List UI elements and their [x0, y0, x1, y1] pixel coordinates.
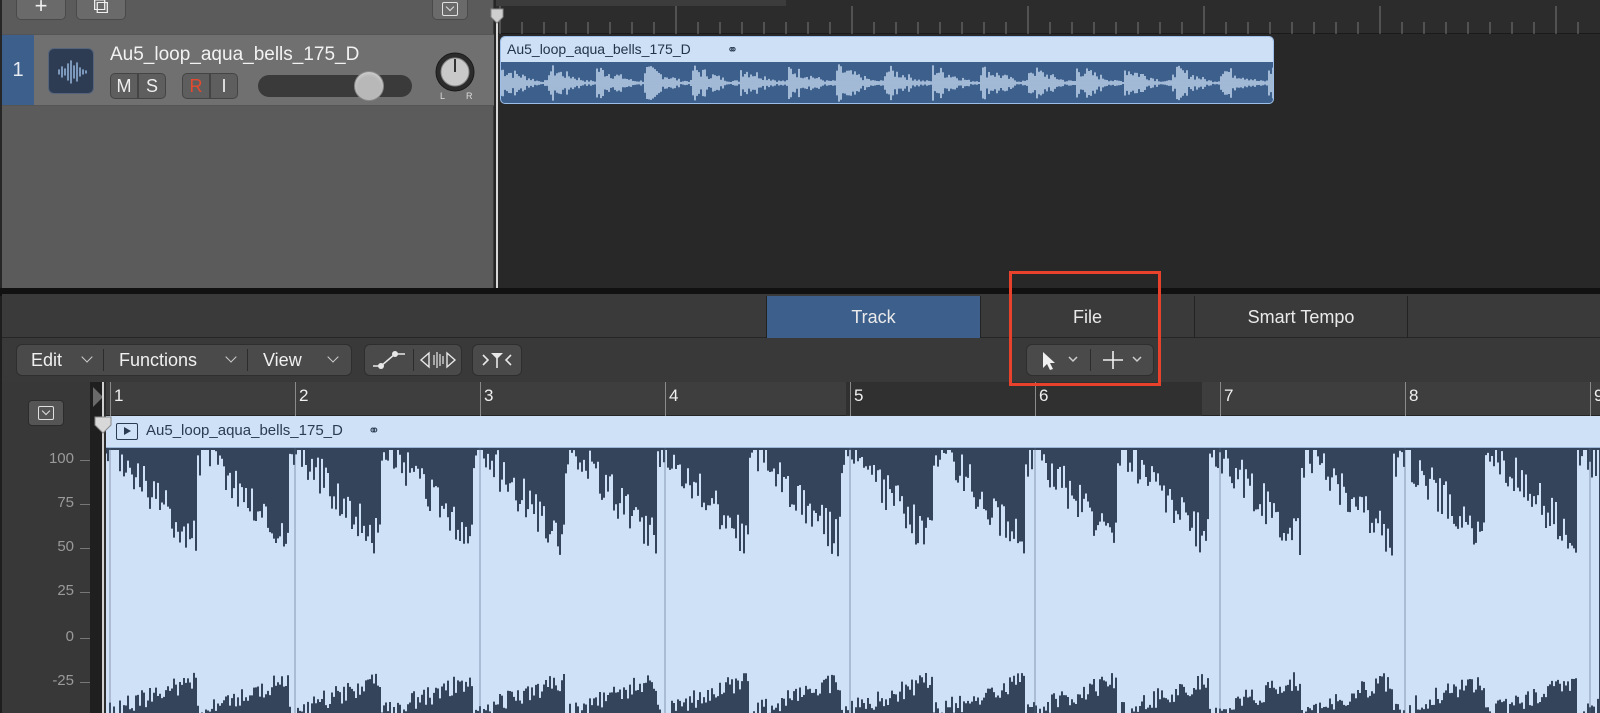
bar-number: 9 [1594, 386, 1600, 405]
track-list-menu-button[interactable] [432, 0, 468, 20]
editor-waveform [106, 448, 1599, 713]
waveform-path [501, 64, 1273, 102]
pan-left-label: L [440, 91, 446, 101]
menu-separator [103, 349, 104, 371]
amplitude-label: 0 [65, 628, 74, 645]
catch-playhead-icon [482, 353, 512, 368]
file-tab-highlight-box [1009, 271, 1161, 386]
add-track-button[interactable]: + [16, 0, 66, 20]
automation-curve-icon [373, 351, 405, 369]
amplitude-label: 100 [48, 450, 74, 467]
bar-number: 5 [854, 386, 864, 405]
cycle-area [846, 382, 1202, 416]
flex-time-button[interactable] [415, 345, 461, 375]
loop-icon: ⚭ [368, 422, 380, 438]
audio-editor: Track File Smart Tempo Edit Functions Vi… [2, 294, 1600, 713]
bar-line [110, 382, 111, 416]
bar-line [1220, 382, 1221, 416]
pan-knob[interactable] [434, 51, 476, 93]
waveform-track-icon [48, 48, 94, 94]
menu-separator [413, 349, 414, 371]
editor-side-panel: 100 75 50 25 0 -25 [2, 382, 104, 713]
automation-curve-button[interactable] [365, 345, 413, 375]
play-icon[interactable] [116, 423, 138, 440]
amplitude-label: 75 [57, 494, 74, 511]
playhead-handle-icon[interactable] [94, 416, 112, 434]
functions-menu[interactable]: Functions [105, 345, 245, 375]
region-waveform [501, 64, 1273, 102]
arrange-area[interactable]: Au5_loop_aqua_bells_175_D ⚭ [496, 0, 1600, 288]
bar-line [1035, 382, 1036, 416]
track-number: 1 [2, 35, 34, 105]
audio-region[interactable]: Au5_loop_aqua_bells_175_D ⚭ [500, 36, 1274, 104]
loop-icon: ⚭ [727, 42, 738, 57]
editor-region-name: Au5_loop_aqua_bells_175_D [146, 422, 343, 439]
track-name[interactable]: Au5_loop_aqua_bells_175_D [110, 44, 359, 66]
bar-line [295, 382, 296, 416]
amplitude-tick [80, 460, 90, 461]
amplitude-tick [80, 638, 90, 639]
editor-body: 100 75 50 25 0 -25 1 2 3 4 5 6 7 8 9 Au5_loop_aq… [2, 382, 1600, 713]
bar-number: 8 [1409, 386, 1419, 405]
playhead-handle-icon[interactable] [490, 8, 504, 24]
amplitude-tick [80, 548, 90, 549]
playhead[interactable] [496, 10, 498, 288]
bar-line [850, 382, 851, 416]
amplitude-label: -25 [52, 672, 74, 689]
chevron-down-icon [38, 406, 54, 420]
mute-button[interactable]: M [110, 73, 138, 99]
solo-button[interactable]: S [138, 73, 166, 99]
editor-toolbar: Edit Functions View [2, 338, 1600, 382]
amplitude-label: 50 [57, 538, 74, 555]
arrange-ruler[interactable] [496, 0, 1600, 34]
bar-line [1405, 382, 1406, 416]
bar-number: 7 [1224, 386, 1234, 405]
region-name: Au5_loop_aqua_bells_175_D [507, 41, 691, 57]
editor-region-header[interactable]: Au5_loop_aqua_bells_175_D ⚭ [106, 416, 1600, 448]
waveform-path [106, 450, 1599, 713]
bar-line [480, 382, 481, 416]
amplitude-tick [80, 682, 90, 683]
volume-slider-thumb[interactable] [354, 71, 384, 101]
editor-menus: Edit Functions View [16, 344, 352, 376]
duplicate-track-button[interactable]: ⧉ [76, 0, 126, 20]
amplitude-label: 25 [57, 582, 74, 599]
editor-tab-bar: Track File Smart Tempo [2, 294, 1600, 338]
region-header: Au5_loop_aqua_bells_175_D ⚭ [501, 37, 1273, 62]
tab-track[interactable]: Track [766, 296, 980, 338]
flex-time-icon [419, 351, 457, 369]
bar-line [1590, 382, 1591, 416]
bar-line [665, 382, 666, 416]
logic-window: + ⧉ 1 Au5_loop_aqua_bells_175_D M S R I … [0, 0, 1600, 713]
amplitude-tick [80, 504, 90, 505]
editor-ruler[interactable]: 1 2 3 4 5 6 7 8 9 [106, 382, 1600, 416]
bar-number: 6 [1039, 386, 1049, 405]
waveform-display[interactable] [106, 448, 1600, 713]
bar-number: 2 [299, 386, 309, 405]
catch-tools [472, 344, 522, 376]
track-row[interactable]: 1 Au5_loop_aqua_bells_175_D M S R I L R [2, 34, 494, 106]
volume-slider[interactable] [258, 71, 412, 101]
menu-separator [247, 349, 248, 371]
amplitude-tick [80, 592, 90, 593]
local-inspector-toggle[interactable] [28, 400, 64, 426]
bar-number: 4 [669, 386, 679, 405]
tab-smart-tempo[interactable]: Smart Tempo [1194, 296, 1408, 338]
input-monitor-button[interactable]: I [210, 73, 238, 99]
pan-right-label: R [466, 91, 473, 101]
bar-number: 1 [114, 386, 124, 405]
amplitude-scale: 100 75 50 25 0 -25 [2, 448, 90, 713]
chevron-down-icon [442, 2, 458, 16]
record-enable-button[interactable]: R [182, 73, 210, 99]
automation-tools [364, 344, 462, 376]
bar-number: 3 [484, 386, 494, 405]
tracks-area: + ⧉ 1 Au5_loop_aqua_bells_175_D M S R I … [0, 0, 1600, 290]
catch-playhead-button[interactable] [473, 345, 521, 375]
